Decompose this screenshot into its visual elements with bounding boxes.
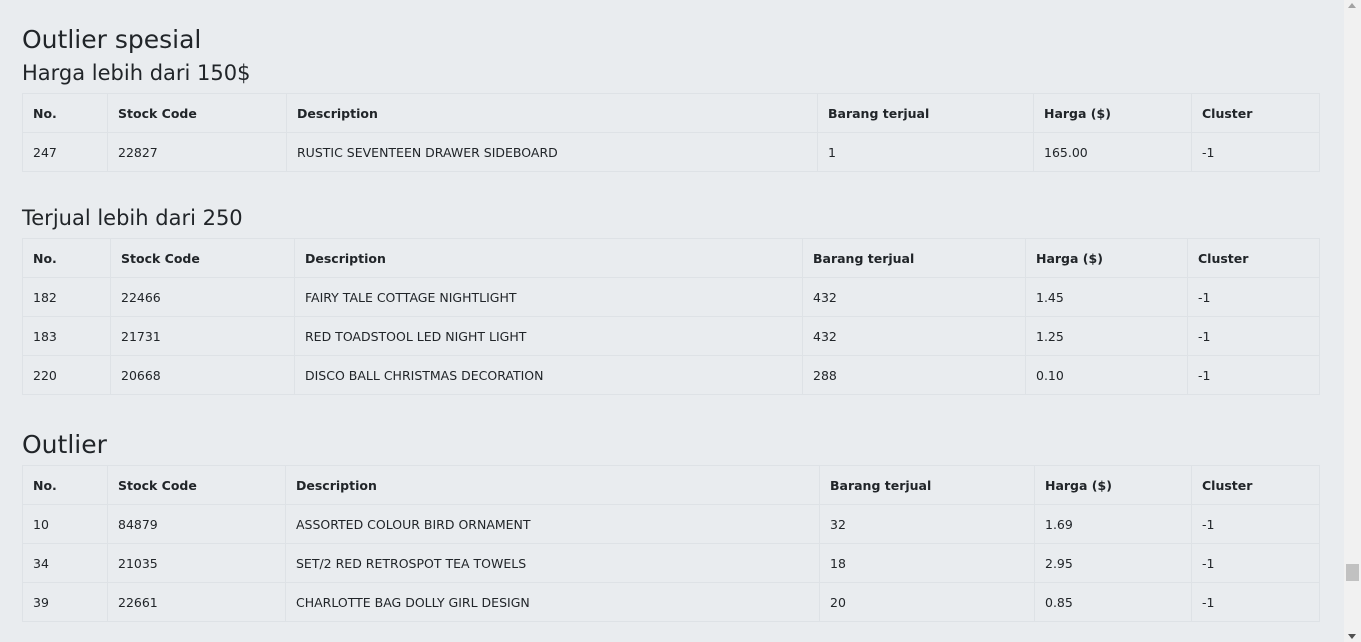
cell-no: 182 (22, 277, 111, 317)
cell-description: RED TOADSTOOL LED NIGHT LIGHT (294, 316, 803, 356)
table-header-row: No. Stock Code Description Barang terjua… (22, 93, 1320, 133)
table-row: 220 20668 DISCO BALL CHRISTMAS DECORATIO… (22, 355, 1320, 395)
subtitle-harga-lebih: Harga lebih dari 150$ (22, 61, 251, 85)
cell-cluster: -1 (1187, 355, 1320, 395)
table-header-row: No. Stock Code Description Barang terjua… (22, 465, 1320, 505)
col-header-barang-terjual: Barang terjual (817, 93, 1034, 133)
col-header-cluster: Cluster (1187, 238, 1320, 278)
scroll-up-arrow-icon[interactable] (1348, 3, 1356, 8)
col-header-harga: Harga ($) (1025, 238, 1188, 278)
cell-barang-terjual: 32 (819, 504, 1035, 544)
col-header-description: Description (294, 238, 803, 278)
col-header-no: No. (22, 465, 108, 505)
cell-no: 183 (22, 316, 111, 356)
cell-cluster: -1 (1191, 504, 1320, 544)
table-row: 10 84879 ASSORTED COLOUR BIRD ORNAMENT 3… (22, 504, 1320, 544)
cell-stock-code: 21035 (107, 543, 286, 583)
cell-no: 10 (22, 504, 108, 544)
cell-cluster: -1 (1187, 316, 1320, 356)
cell-stock-code: 22466 (110, 277, 295, 317)
cell-harga: 0.85 (1034, 582, 1192, 622)
col-header-barang-terjual: Barang terjual (819, 465, 1035, 505)
col-header-stock-code: Stock Code (110, 238, 295, 278)
cell-cluster: -1 (1191, 543, 1320, 583)
cell-cluster: -1 (1191, 582, 1320, 622)
col-header-description: Description (286, 93, 818, 133)
cell-harga: 2.95 (1034, 543, 1192, 583)
cell-harga: 165.00 (1033, 132, 1192, 172)
cell-harga: 1.25 (1025, 316, 1188, 356)
cell-description: DISCO BALL CHRISTMAS DECORATION (294, 355, 803, 395)
cell-stock-code: 21731 (110, 316, 295, 356)
col-header-barang-terjual: Barang terjual (802, 238, 1026, 278)
table-terjual-lebih: No. Stock Code Description Barang terjua… (22, 238, 1320, 395)
cell-harga: 0.10 (1025, 355, 1188, 395)
cell-barang-terjual: 20 (819, 582, 1035, 622)
col-header-stock-code: Stock Code (107, 465, 286, 505)
table-outlier: No. Stock Code Description Barang terjua… (22, 465, 1320, 622)
cell-harga: 1.69 (1034, 504, 1192, 544)
cell-barang-terjual: 18 (819, 543, 1035, 583)
cell-description: ASSORTED COLOUR BIRD ORNAMENT (285, 504, 820, 544)
subtitle-terjual-lebih: Terjual lebih dari 250 (22, 206, 243, 230)
table-row: 183 21731 RED TOADSTOOL LED NIGHT LIGHT … (22, 316, 1320, 356)
cell-barang-terjual: 432 (802, 316, 1026, 356)
cell-cluster: -1 (1191, 132, 1320, 172)
col-header-harga: Harga ($) (1034, 465, 1192, 505)
col-header-no: No. (22, 238, 111, 278)
page: Outlier spesial Harga lebih dari 150$ No… (0, 0, 1361, 642)
table-row: 182 22466 FAIRY TALE COTTAGE NIGHTLIGHT … (22, 277, 1320, 317)
vertical-scrollbar[interactable] (1344, 0, 1361, 642)
section-title-outlier: Outlier (22, 430, 107, 459)
scroll-down-arrow-icon[interactable] (1348, 634, 1356, 639)
col-header-harga: Harga ($) (1033, 93, 1192, 133)
table-row: 247 22827 RUSTIC SEVENTEEN DRAWER SIDEBO… (22, 132, 1320, 172)
cell-no: 247 (22, 132, 108, 172)
cell-stock-code: 84879 (107, 504, 286, 544)
cell-cluster: -1 (1187, 277, 1320, 317)
cell-description: CHARLOTTE BAG DOLLY GIRL DESIGN (285, 582, 820, 622)
table-row: 39 22661 CHARLOTTE BAG DOLLY GIRL DESIGN… (22, 582, 1320, 622)
cell-barang-terjual: 432 (802, 277, 1026, 317)
col-header-stock-code: Stock Code (107, 93, 287, 133)
cell-stock-code: 20668 (110, 355, 295, 395)
cell-description: FAIRY TALE COTTAGE NIGHTLIGHT (294, 277, 803, 317)
section-title-outlier-spesial: Outlier spesial (22, 25, 202, 54)
table-row: 34 21035 SET/2 RED RETROSPOT TEA TOWELS … (22, 543, 1320, 583)
col-header-cluster: Cluster (1191, 93, 1320, 133)
col-header-no: No. (22, 93, 108, 133)
cell-stock-code: 22827 (107, 132, 287, 172)
col-header-description: Description (285, 465, 820, 505)
scroll-thumb[interactable] (1346, 564, 1359, 581)
cell-barang-terjual: 1 (817, 132, 1034, 172)
cell-description: SET/2 RED RETROSPOT TEA TOWELS (285, 543, 820, 583)
cell-description: RUSTIC SEVENTEEN DRAWER SIDEBOARD (286, 132, 818, 172)
cell-no: 220 (22, 355, 111, 395)
cell-stock-code: 22661 (107, 582, 286, 622)
col-header-cluster: Cluster (1191, 465, 1320, 505)
cell-harga: 1.45 (1025, 277, 1188, 317)
table-harga-lebih: No. Stock Code Description Barang terjua… (22, 93, 1320, 172)
table-header-row: No. Stock Code Description Barang terjua… (22, 238, 1320, 278)
cell-barang-terjual: 288 (802, 355, 1026, 395)
cell-no: 39 (22, 582, 108, 622)
cell-no: 34 (22, 543, 108, 583)
